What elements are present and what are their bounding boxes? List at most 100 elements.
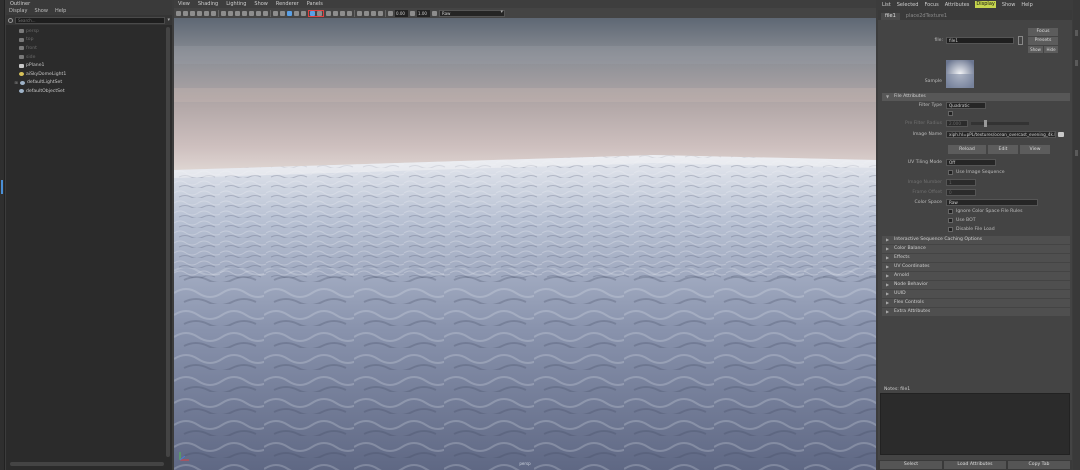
section-extra-attributes[interactable]: ▶ Extra Attributes xyxy=(882,308,1070,316)
tab-file1[interactable]: file1 xyxy=(881,13,900,20)
gamma-field[interactable]: 1.00 xyxy=(417,9,430,17)
select-button[interactable]: Select xyxy=(880,461,942,469)
ae-menu-list[interactable]: List xyxy=(882,0,891,10)
xray-icon[interactable] xyxy=(364,10,369,16)
section-flex-controls[interactable]: ▶ Flex Controls xyxy=(882,299,1070,307)
outliner-horizontal-scrollbar[interactable] xyxy=(10,462,164,466)
uv-tiling-dropdown[interactable]: Off xyxy=(946,159,996,166)
disable-file-load-checkbox[interactable] xyxy=(948,227,953,232)
section-node-behavior[interactable]: ▶ Node Behavior xyxy=(882,281,1070,289)
screen-space-ao-icon[interactable] xyxy=(326,10,331,16)
outliner-menu-display[interactable]: Display xyxy=(9,8,27,15)
filter-type-dropdown[interactable]: Quadratic xyxy=(946,102,986,109)
camera-attributes-icon[interactable] xyxy=(183,10,188,16)
bookmark-icon[interactable] xyxy=(190,10,195,16)
expand-icon[interactable]: ⊞ xyxy=(14,80,18,85)
view-button[interactable]: View xyxy=(1020,145,1050,154)
ae-menu-selected[interactable]: Selected xyxy=(897,0,919,10)
outliner-item-persp[interactable]: persp xyxy=(6,27,164,36)
pre-filter-radius-slider[interactable] xyxy=(971,120,1029,127)
edit-button[interactable]: Edit xyxy=(988,145,1018,154)
grease-pencil-icon[interactable] xyxy=(211,10,216,16)
ae-menu-help[interactable]: Help xyxy=(1021,0,1032,10)
show-button[interactable]: Show xyxy=(1028,46,1043,53)
use-image-sequence-checkbox[interactable] xyxy=(948,170,953,175)
section-interactive-sequence-caching[interactable]: ▶ Interactive Sequence Caching Options xyxy=(882,236,1070,244)
use-bot-checkbox[interactable] xyxy=(948,218,953,223)
viewport-scene[interactable]: persp xyxy=(174,18,876,470)
film-gate-icon[interactable] xyxy=(228,10,233,16)
wireframe-icon[interactable] xyxy=(273,10,278,16)
view-transform-dropdown[interactable]: Raw xyxy=(439,9,505,17)
field-chart-icon[interactable] xyxy=(249,10,254,16)
outliner-vertical-scrollbar[interactable] xyxy=(166,27,170,457)
tab-place2dtexture1[interactable]: place2dTexture1 xyxy=(901,13,952,20)
dock-tab[interactable] xyxy=(1075,150,1078,156)
focus-button[interactable]: Focus xyxy=(1028,28,1058,36)
outliner-item-front[interactable]: front xyxy=(6,44,164,53)
outliner-search-input[interactable]: Search... xyxy=(15,16,166,24)
dock-tab[interactable] xyxy=(1075,30,1078,36)
image-plane-icon[interactable] xyxy=(197,10,202,16)
ae-menu-show[interactable]: Show xyxy=(1002,0,1016,10)
safe-title-icon[interactable] xyxy=(263,10,268,16)
anti-aliasing-icon[interactable] xyxy=(340,10,345,16)
image-name-field[interactable]: xiph.hl=pPL/textures/ocean_overcast_even… xyxy=(946,131,1056,138)
section-uv-coordinates[interactable]: ▶ UV Coordinates xyxy=(882,263,1070,271)
viewport-menu-show[interactable]: Show xyxy=(254,0,268,8)
ae-menu-display[interactable]: Display xyxy=(975,1,996,8)
outliner-item-objectset[interactable]: defaultObjectSet xyxy=(6,87,164,96)
input-connection-icon[interactable] xyxy=(1018,36,1023,45)
frame-offset-field[interactable]: 0 xyxy=(946,189,976,196)
outliner-item-pplane1[interactable]: pPlane1 xyxy=(6,61,164,70)
folder-icon[interactable] xyxy=(1058,132,1064,137)
section-effects[interactable]: ▶ Effects xyxy=(882,254,1070,262)
2d-pan-icon[interactable] xyxy=(204,10,209,16)
gate-mask-icon[interactable] xyxy=(242,10,247,16)
ignore-cs-rules-checkbox[interactable] xyxy=(948,209,953,214)
viewport-menu-panels[interactable]: Panels xyxy=(307,0,323,8)
ae-menu-attributes[interactable]: Attributes xyxy=(945,0,970,10)
default-material-icon[interactable] xyxy=(287,10,292,16)
load-attributes-button[interactable]: Load Attributes xyxy=(944,461,1006,469)
gamma-icon[interactable] xyxy=(410,10,415,16)
use-all-lights-icon[interactable] xyxy=(310,10,315,16)
viewport-menu-lighting[interactable]: Lighting xyxy=(226,0,246,8)
color-management-icon[interactable] xyxy=(432,10,437,16)
presets-button[interactable]: Presets xyxy=(1028,37,1058,45)
viewport-menu-renderer[interactable]: Renderer xyxy=(276,0,299,8)
motion-blur-icon[interactable] xyxy=(333,10,338,16)
exposure-icon[interactable] xyxy=(388,10,393,16)
sample-swatch[interactable] xyxy=(946,60,974,88)
outliner-item-skydome[interactable]: aiSkyDomeLight1 xyxy=(6,70,164,79)
outliner-item-top[interactable]: top xyxy=(6,36,164,45)
resolution-gate-icon[interactable] xyxy=(235,10,240,16)
xray-joints-icon[interactable] xyxy=(371,10,376,16)
pre-filter-radius-field[interactable]: 2.000 xyxy=(946,120,968,127)
select-camera-icon[interactable] xyxy=(176,10,181,16)
chevron-down-icon[interactable]: ▾ xyxy=(167,17,170,23)
safe-action-icon[interactable] xyxy=(256,10,261,16)
section-uuid[interactable]: ▶ UUID xyxy=(882,290,1070,298)
exposure-field[interactable]: 0.00 xyxy=(395,9,408,17)
smooth-shade-icon[interactable] xyxy=(280,10,285,16)
depth-of-field-icon[interactable] xyxy=(347,10,352,16)
node-name-field[interactable]: file1 xyxy=(946,37,1014,44)
outliner-item-lightset[interactable]: ⊞ defaultLightSet xyxy=(6,79,164,88)
section-file-attributes[interactable]: ▼ File Attributes xyxy=(882,93,1070,101)
hide-button[interactable]: Hide xyxy=(1044,46,1058,53)
outliner-menu-help[interactable]: Help xyxy=(55,8,66,15)
reload-button[interactable]: Reload xyxy=(948,145,986,154)
outliner-menu-show[interactable]: Show xyxy=(34,8,48,15)
image-number-field[interactable]: 1 xyxy=(946,179,976,186)
dock-tab[interactable] xyxy=(1075,60,1078,66)
outliner-item-side[interactable]: side xyxy=(6,53,164,62)
isolate-select-icon[interactable] xyxy=(357,10,362,16)
shadows-icon[interactable] xyxy=(317,10,322,16)
textured-icon[interactable] xyxy=(301,10,306,16)
viewport-menu-shading[interactable]: Shading xyxy=(198,0,218,8)
color-space-dropdown[interactable]: Raw xyxy=(946,199,1038,206)
copy-tab-button[interactable]: Copy Tab xyxy=(1008,461,1070,469)
grid-icon[interactable] xyxy=(221,10,226,16)
section-arnold[interactable]: ▶ Arnold xyxy=(882,272,1070,280)
